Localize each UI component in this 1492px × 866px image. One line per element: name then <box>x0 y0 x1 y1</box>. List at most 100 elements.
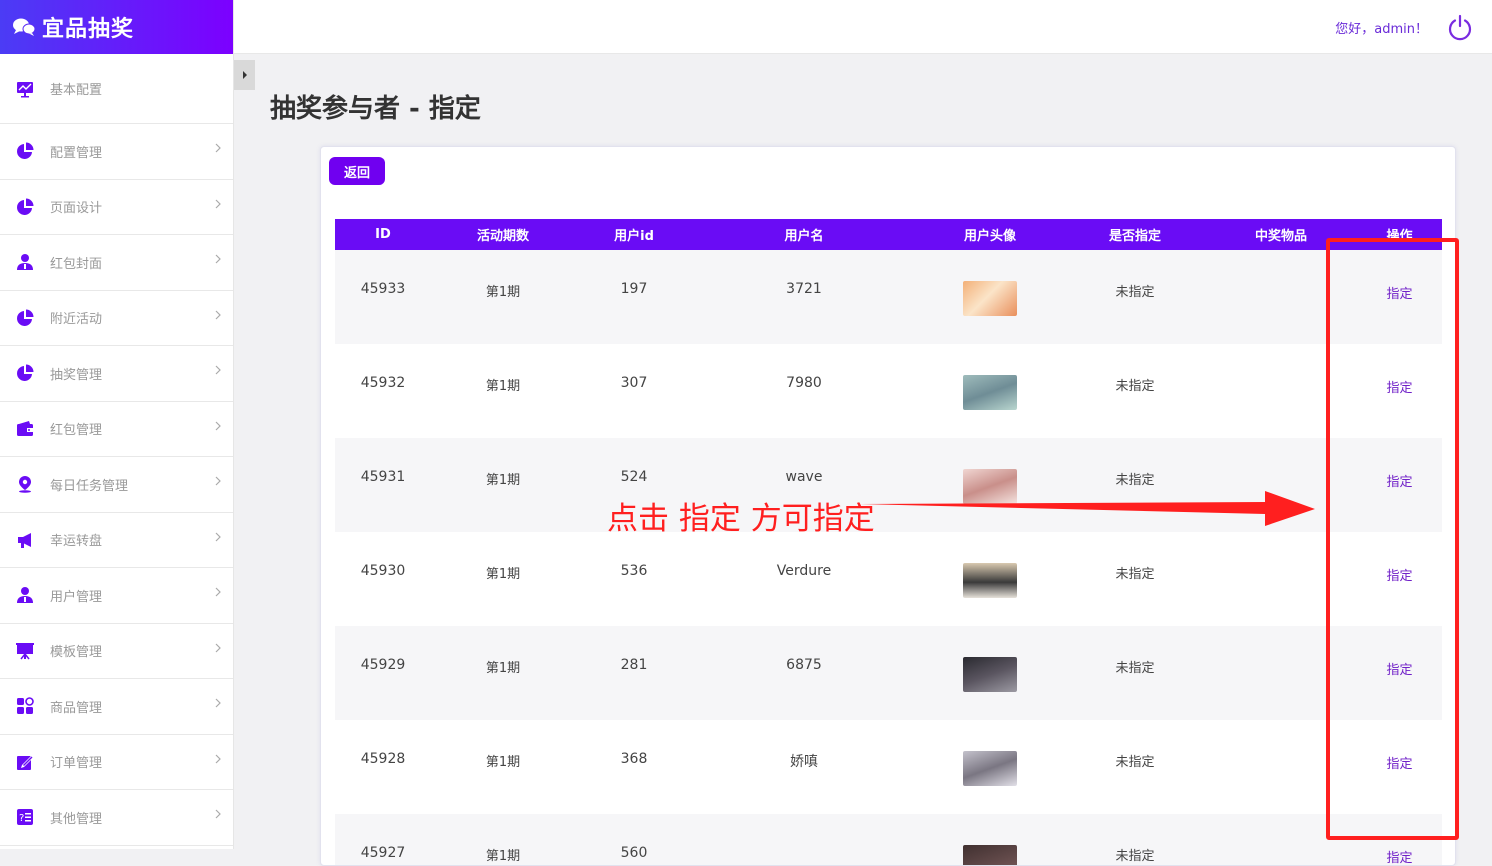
sidebar-item[interactable]: 页面设计 <box>0 180 233 235</box>
sidebar-menu: 基本配置配置管理页面设计红包封面附近活动抽奖管理 红包管理 每日任务管理 幸运转盘 用户… <box>0 54 233 846</box>
cell-assigned: 未指定 <box>1065 344 1205 438</box>
sidebar-item[interactable]: 配置管理 <box>0 124 233 180</box>
cell-username <box>693 814 915 865</box>
cell-avatar <box>915 532 1065 626</box>
cell-id-text: 45928 <box>360 751 406 767</box>
cell-id-text: 45929 <box>360 657 406 673</box>
sidebar-item[interactable]: 模板管理 <box>0 624 233 679</box>
assign-link[interactable]: 指定 <box>1386 283 1412 302</box>
cell-username: 娇嗔 <box>693 720 915 814</box>
cell-user-id: 307 <box>575 344 693 438</box>
chevron-right-icon <box>215 476 223 486</box>
chevron-right-icon <box>215 587 223 597</box>
cell-action: 指定 <box>1357 720 1442 814</box>
user-icon <box>16 253 34 271</box>
cell-prize <box>1205 626 1357 720</box>
cell-user-id-text: 197 <box>620 281 648 297</box>
chevron-right-icon <box>215 421 223 431</box>
easel-icon <box>16 642 34 660</box>
table-row: 45933 第1期 197 3721 未指定 指定 <box>335 250 1442 344</box>
cell-user-id: 368 <box>575 720 693 814</box>
cell-id: 45932 <box>335 344 431 438</box>
assign-link[interactable]: 指定 <box>1386 659 1412 678</box>
col-header-username: 用户名 <box>784 229 824 244</box>
chevron-right-icon <box>215 643 223 653</box>
assign-link[interactable]: 指定 <box>1386 847 1412 865</box>
power-icon[interactable] <box>1446 13 1474 41</box>
sidebar-item-label: 配置管理 <box>50 145 103 161</box>
sidebar-item-label: 附近活动 <box>50 312 103 328</box>
col-header-user-id: 用户id <box>614 229 654 244</box>
table-row: 45930 第1期 536 Verdure 未指定 指定 <box>335 532 1442 626</box>
cell-user-id: 281 <box>575 626 693 720</box>
assign-link[interactable]: 指定 <box>1386 565 1412 584</box>
sidebar-item[interactable]: 红包管理 <box>0 402 233 457</box>
chevron-right-icon <box>215 310 223 320</box>
caret-right-icon <box>242 71 247 79</box>
cell-id: 45930 <box>335 532 431 626</box>
cell-user-id: 524 <box>575 438 693 532</box>
cell-prize <box>1205 720 1357 814</box>
table-body: 45933 第1期 197 3721 未指定 指定 45932 第1期 307 7980 未指定 指定… <box>335 250 1442 865</box>
sidebar-item[interactable]: 每日任务管理 <box>0 457 233 513</box>
sidebar-item-label: 模板管理 <box>50 645 103 661</box>
cell-period: 第1期 <box>431 626 575 720</box>
cell-id-text: 45931 <box>360 469 406 485</box>
assign-link[interactable]: 指定 <box>1386 377 1412 396</box>
cell-username-text: 7980 <box>786 375 822 391</box>
cell-assigned-text: 未指定 <box>1115 849 1155 864</box>
sidebar-item-label: 红包封面 <box>50 256 103 272</box>
sidebar-item[interactable]: 幸运转盘 <box>0 513 233 568</box>
chevron-right-icon <box>215 754 223 764</box>
cell-action: 指定 <box>1357 626 1442 720</box>
col-header-assigned: 是否指定 <box>1108 229 1161 244</box>
sidebar-item[interactable]: 红包封面 <box>0 235 233 291</box>
assign-link[interactable]: 指定 <box>1386 471 1412 490</box>
cell-assigned-text: 未指定 <box>1115 285 1155 300</box>
cell-avatar <box>915 250 1065 344</box>
cell-period-text: 第1期 <box>485 661 521 676</box>
apps-grid-icon <box>16 697 34 715</box>
chevron-right-icon <box>215 365 223 375</box>
cell-id-text: 45930 <box>360 563 406 579</box>
cell-period: 第1期 <box>431 344 575 438</box>
sidebar-item[interactable]: 抽奖管理 <box>0 346 233 402</box>
cell-assigned: 未指定 <box>1065 438 1205 532</box>
cell-user-id: 536 <box>575 532 693 626</box>
cell-period: 第1期 <box>431 250 575 344</box>
back-button[interactable]: 返回 <box>329 157 385 185</box>
cell-avatar <box>915 438 1065 532</box>
participants-table: ID 活动期数 用户id 用户名 用户头像 是否指定 中奖物品 操作 45933… <box>335 219 1442 865</box>
cell-avatar <box>915 344 1065 438</box>
sidebar-item[interactable]: 附近活动 <box>0 291 233 346</box>
avatar <box>963 751 1017 786</box>
avatar <box>963 281 1017 316</box>
cell-period-text: 第1期 <box>485 473 521 488</box>
cell-username: Verdure <box>693 532 915 626</box>
brand-header: 宜品抽奖 <box>0 0 233 54</box>
sidebar-item-label: 基本配置 <box>50 83 103 98</box>
cell-assigned-text: 未指定 <box>1115 379 1155 394</box>
assign-link[interactable]: 指定 <box>1386 753 1412 772</box>
content-card: 返回 ID 活动期数 用户id 用户名 用户头像 是否指定 中奖物品 操作 45… <box>320 146 1456 866</box>
avatar <box>963 469 1017 504</box>
sidebar-item[interactable]: 用户管理 <box>0 568 233 624</box>
sidebar-item-label: 商品管理 <box>50 700 103 716</box>
cell-action: 指定 <box>1357 250 1442 344</box>
table-row: 45927 第1期 560 未指定 指定 <box>335 814 1442 865</box>
user-greeting[interactable]: 您好，admin！ <box>1335 18 1428 37</box>
location-pin-icon <box>16 475 34 494</box>
sidebar-collapse-toggle[interactable] <box>234 60 255 90</box>
cell-id: 45929 <box>335 626 431 720</box>
sidebar-item[interactable]: 商品管理 <box>0 679 233 735</box>
sidebar-item[interactable]: ? 其他管理 <box>0 790 233 846</box>
cell-id-text: 45933 <box>360 281 406 297</box>
cell-avatar <box>915 626 1065 720</box>
col-header-action: 操作 <box>1386 229 1413 244</box>
sidebar-item[interactable]: 订单管理 <box>0 735 233 790</box>
chevron-right-icon <box>215 254 223 264</box>
cell-assigned-text: 未指定 <box>1115 567 1155 582</box>
sidebar-item[interactable]: 基本配置 <box>0 54 233 124</box>
cell-username: 3721 <box>693 250 915 344</box>
cell-period-text: 第1期 <box>485 849 521 864</box>
